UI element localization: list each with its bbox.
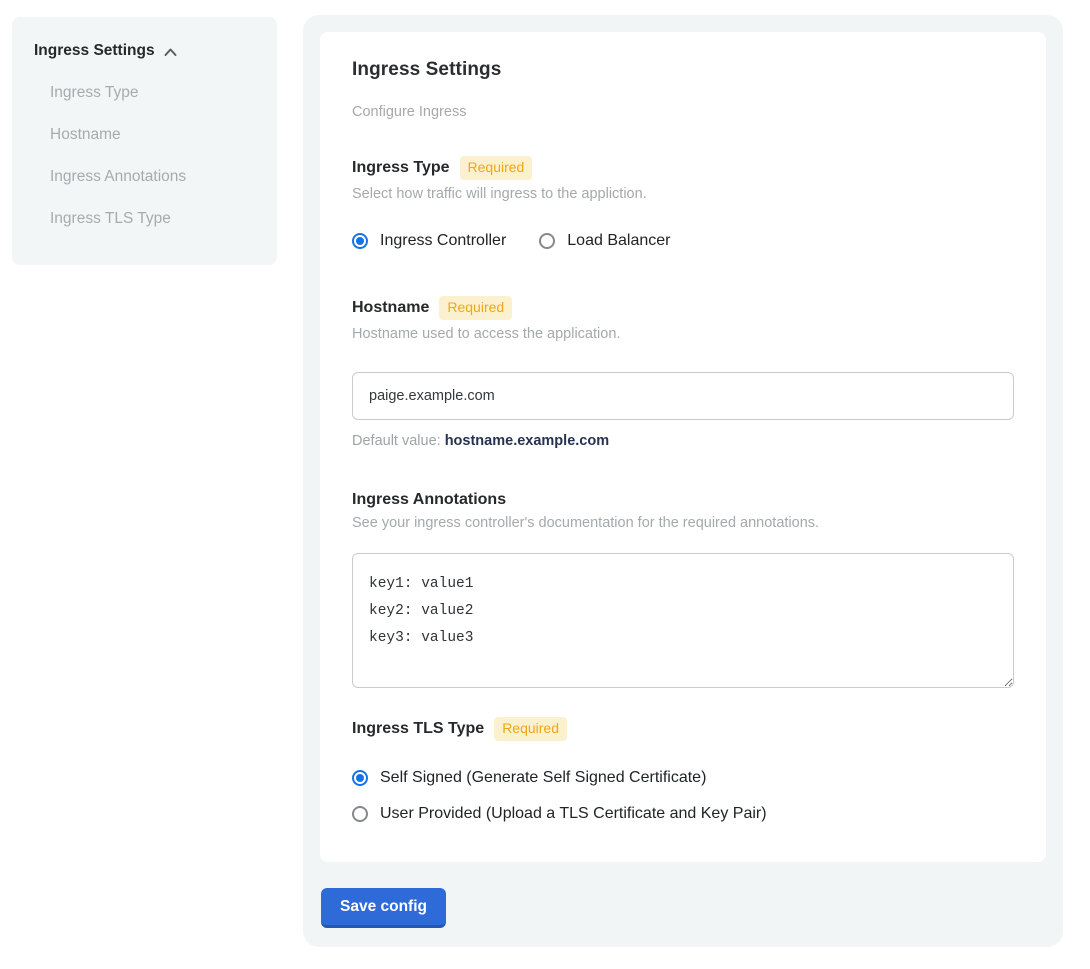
hostname-field: Hostname Required Hostname used to acces… bbox=[352, 296, 1014, 449]
save-config-button[interactable]: Save config bbox=[321, 888, 446, 928]
radio-option-label: User Provided (Upload a TLS Certificate … bbox=[380, 805, 767, 823]
sidebar-section-toggle[interactable]: Ingress Settings bbox=[34, 42, 255, 60]
ingress-annotations-label: Ingress Annotations bbox=[352, 491, 506, 509]
ingress-settings-card: Ingress Settings Configure Ingress Ingre… bbox=[320, 32, 1046, 862]
page-title: Ingress Settings bbox=[352, 59, 1014, 81]
radio-option-user-provided[interactable]: User Provided (Upload a TLS Certificate … bbox=[352, 805, 1014, 823]
hostname-description: Hostname used to access the application. bbox=[352, 326, 1014, 342]
ingress-type-label: Ingress Type bbox=[352, 159, 450, 177]
default-value-text: hostname.example.com bbox=[445, 433, 609, 449]
ingress-annotations-description: See your ingress controller's documentat… bbox=[352, 515, 1014, 531]
sidebar-section-label: Ingress Settings bbox=[34, 42, 155, 60]
ingress-annotations-textarea[interactable]: key1: value1 key2: value2 key3: value3 bbox=[352, 553, 1014, 688]
radio-option-label: Ingress Controller bbox=[380, 232, 506, 250]
ingress-tls-type-radio-group: Self Signed (Generate Self Signed Certif… bbox=[352, 769, 1014, 823]
sidebar-nav: Ingress Type Hostname Ingress Annotation… bbox=[50, 83, 255, 229]
radio-option-self-signed[interactable]: Self Signed (Generate Self Signed Certif… bbox=[352, 769, 1014, 787]
default-value-prefix: Default value: bbox=[352, 433, 445, 449]
ingress-type-field: Ingress Type Required Select how traffic… bbox=[352, 156, 1014, 250]
hostname-label: Hostname bbox=[352, 299, 429, 317]
required-badge: Required bbox=[460, 156, 533, 180]
radio-button-icon[interactable] bbox=[539, 233, 555, 249]
ingress-tls-type-field: Ingress TLS Type Required Self Signed (G… bbox=[352, 717, 1014, 823]
required-badge: Required bbox=[439, 296, 512, 320]
radio-option-label: Self Signed (Generate Self Signed Certif… bbox=[380, 769, 706, 787]
chevron-up-icon bbox=[164, 46, 177, 59]
radio-button-icon[interactable] bbox=[352, 770, 368, 786]
ingress-type-radio-group: Ingress Controller Load Balancer bbox=[352, 232, 1014, 250]
required-badge: Required bbox=[494, 717, 567, 741]
radio-button-icon[interactable] bbox=[352, 233, 368, 249]
ingress-tls-type-label: Ingress TLS Type bbox=[352, 720, 484, 738]
hostname-default-hint: Default value: hostname.example.com bbox=[352, 433, 1014, 449]
page-subtitle: Configure Ingress bbox=[352, 104, 1014, 120]
radio-option-label: Load Balancer bbox=[567, 232, 670, 250]
radio-option-ingress-controller[interactable]: Ingress Controller bbox=[352, 232, 506, 250]
sidebar-item-ingress-type[interactable]: Ingress Type bbox=[50, 83, 255, 103]
sidebar-item-ingress-annotations[interactable]: Ingress Annotations bbox=[50, 167, 255, 187]
radio-button-icon[interactable] bbox=[352, 806, 368, 822]
ingress-settings-panel: Ingress Settings Configure Ingress Ingre… bbox=[303, 15, 1063, 947]
radio-option-load-balancer[interactable]: Load Balancer bbox=[539, 232, 670, 250]
hostname-input[interactable] bbox=[352, 372, 1014, 420]
ingress-type-description: Select how traffic will ingress to the a… bbox=[352, 186, 1014, 202]
sidebar-item-ingress-tls-type[interactable]: Ingress TLS Type bbox=[50, 209, 255, 229]
sidebar-item-hostname[interactable]: Hostname bbox=[50, 125, 255, 145]
settings-sidebar: Ingress Settings Ingress Type Hostname I… bbox=[12, 17, 277, 265]
ingress-annotations-field: Ingress Annotations See your ingress con… bbox=[352, 491, 1014, 693]
